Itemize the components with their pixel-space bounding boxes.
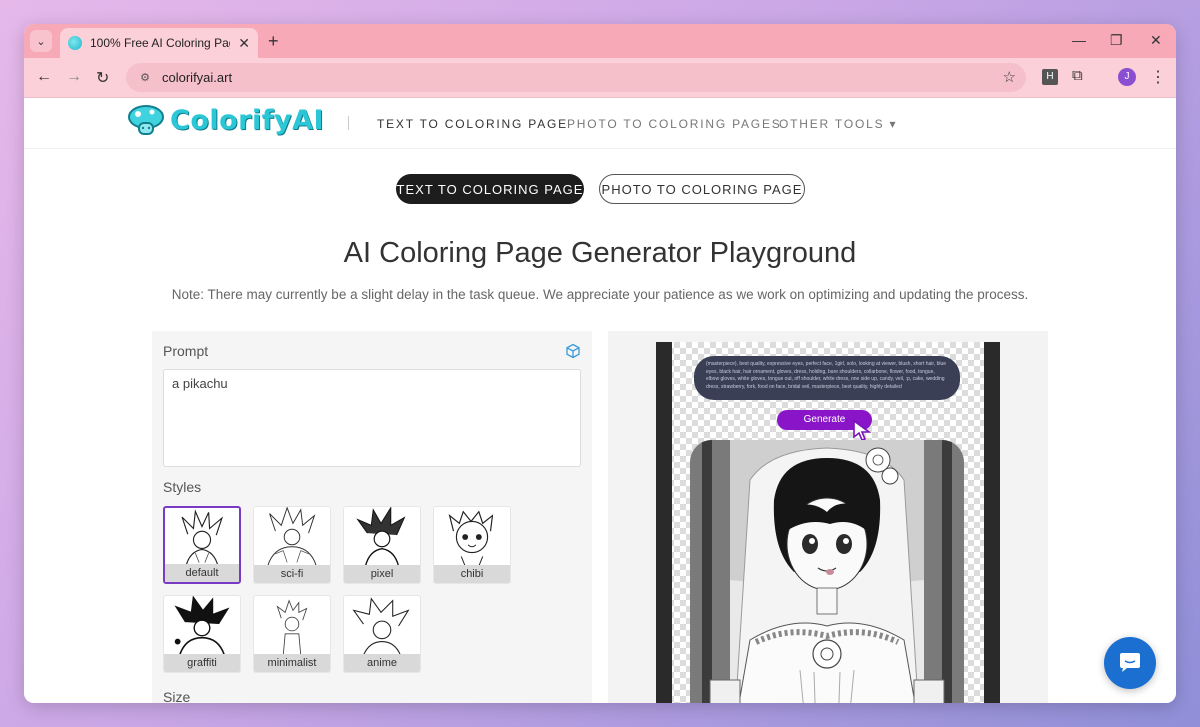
prompt-input[interactable]: a pikachu [163,369,581,467]
page-content: ColorifyAI TEXT TO COLORING PAGE PHOTO T… [24,99,1176,703]
preview-right-edge [984,342,1000,703]
nav-other-tools[interactable]: OTHER TOOLS ▾ [779,117,897,131]
style-minimalist-card[interactable]: minimalist [253,595,331,673]
back-icon[interactable]: ← [36,68,52,86]
style-minimalist-label: minimalist [254,654,330,672]
style-scifi-label: sci-fi [254,565,330,583]
style-pixel-thumbnail [356,507,406,567]
new-tab-icon[interactable]: + [268,31,279,52]
generator-form-panel: Prompt a pikachu Styles default sci-fi p… [152,331,592,703]
style-default-thumbnail [181,509,224,567]
style-default-label: default [165,564,239,582]
preview-left-edge [656,342,672,703]
close-tab-icon[interactable]: ✕ [238,35,250,52]
minimize-icon[interactable]: — [1072,32,1086,48]
tab-title: 100% Free AI Coloring Page Ge [90,36,230,50]
bookmark-star-icon[interactable]: ☆ [1003,68,1016,86]
favicon-icon [68,36,82,50]
style-scifi-card[interactable]: sci-fi [253,506,331,584]
chat-bubble-icon [1120,653,1140,672]
extension-h-icon[interactable]: H [1042,69,1058,85]
preview-panel: (masterpiece), best quality, expressive … [608,331,1048,703]
queue-note: Note: There may currently be a slight de… [171,287,1029,302]
browser-tab[interactable]: 100% Free AI Coloring Page Ge ✕ [60,28,258,58]
profile-avatar[interactable]: J [1118,68,1136,86]
style-anime-label: anime [344,654,420,672]
example-prompt-bubble: (masterpiece), best quality, expressive … [694,356,960,400]
cube-icon[interactable] [565,343,581,359]
reload-icon[interactable]: ↻ [96,68,109,88]
site-settings-icon[interactable]: ⚙ [136,69,154,87]
restore-icon[interactable]: ❐ [1110,32,1123,49]
bride-coloring-artwork [690,440,964,703]
tab-search-button[interactable]: ⌄ [30,30,52,52]
logo-text: ColorifyAI [170,104,325,136]
extensions-puzzle-icon[interactable]: ⧉ [1072,67,1083,84]
nav-text-to-coloring[interactable]: TEXT TO COLORING PAGE [377,117,568,131]
browser-window: ⌄ 100% Free AI Coloring Page Ge ✕ + — ❐ … [24,24,1176,703]
header-divider [348,116,349,130]
site-logo[interactable]: ColorifyAI [126,103,324,137]
style-graffiti-card[interactable]: graffiti [163,595,241,673]
chat-support-button[interactable] [1104,637,1156,689]
style-pixel-card[interactable]: pixel [343,506,421,584]
chevron-down-icon: ⌄ [36,35,46,48]
browser-toolbar: ← → ↻ ⚙ colorifyai.art ☆ H ⧉ J ⋮ [24,58,1176,98]
style-graffiti-label: graffiti [164,654,240,672]
style-minimalist-thumbnail [276,599,308,656]
style-default-card[interactable]: default [163,506,241,584]
url-text: colorifyai.art [162,70,233,85]
browser-menu-icon[interactable]: ⋮ [1150,67,1166,87]
page-title: AI Coloring Page Generator Playground [343,237,857,269]
nav-photo-to-coloring[interactable]: PHOTO TO COLORING PAGES [567,117,782,131]
text-to-coloring-button[interactable]: TEXT TO COLORING PAGE [396,174,584,204]
styles-label: Styles [163,479,202,495]
style-chibi-card[interactable]: chibi [433,506,511,584]
style-anime-card[interactable]: anime [343,595,421,673]
size-label: Size [163,689,191,703]
style-anime-thumbnail [352,597,410,656]
photo-to-coloring-button[interactable]: PHOTO TO COLORING PAGE [599,174,805,204]
style-scifi-thumbnail [267,507,317,567]
site-header: ColorifyAI TEXT TO COLORING PAGE PHOTO T… [24,99,1176,149]
mushroom-logo-icon [128,105,164,135]
style-chibi-thumbnail [448,510,494,567]
tab-strip: ⌄ 100% Free AI Coloring Page Ge ✕ + — ❐ … [24,24,1176,58]
close-window-icon[interactable]: ✕ [1150,32,1162,49]
style-pixel-label: pixel [344,565,420,583]
forward-icon[interactable]: → [66,68,82,86]
style-graffiti-thumbnail [174,596,230,656]
address-bar[interactable]: ⚙ colorifyai.art ☆ [126,63,1026,92]
preview-canvas: (masterpiece), best quality, expressive … [656,342,1000,703]
style-chibi-label: chibi [434,565,510,583]
prompt-label: Prompt [163,343,209,359]
